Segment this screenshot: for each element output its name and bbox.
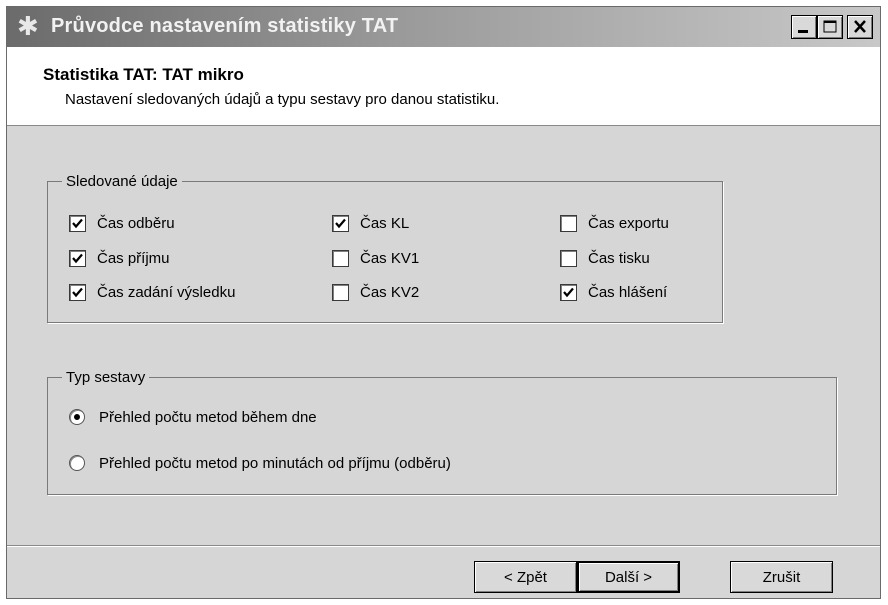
report-type-radio[interactable]: Přehled počtu metod během dne [69,406,317,428]
tracked-field-checkbox[interactable]: Čas exportu [560,212,669,234]
checkbox-label: Čas hlášení [588,283,668,301]
radio-selected-icon[interactable] [69,409,85,425]
checkbox-unchecked-icon[interactable] [332,249,349,267]
checkbox-label: Čas zadání výsledku [97,283,236,301]
minimize-icon [798,30,808,33]
report-type-legend: Typ sestavy [66,369,146,386]
radio-unselected-icon[interactable] [69,455,85,471]
title-bar[interactable]: ✱ Průvodce nastavením statistiky TAT [7,7,880,47]
next-button[interactable]: Další > [577,561,680,593]
checkbox-label: Čas KL [360,214,410,232]
wizard-window: ✱ Průvodce nastavením statistiky TAT Sta… [6,6,881,599]
close-icon [854,20,866,33]
checkbox-checked-icon[interactable] [69,214,86,232]
checkbox-label: Čas exportu [588,214,669,232]
tracked-field-checkbox[interactable]: Čas zadání výsledku [69,281,235,303]
checkbox-label: Čas odběru [97,214,175,232]
close-button[interactable] [847,15,873,39]
checkbox-checked-icon[interactable] [332,214,349,232]
page-title: Statistika TAT: TAT mikro [43,65,244,84]
maximize-button[interactable] [817,15,843,39]
report-type-radio[interactable]: Přehled počtu metod po minutách od příjm… [69,452,451,474]
cancel-button[interactable]: Zrušit [730,561,833,593]
tracked-field-checkbox[interactable]: Čas příjmu [69,247,170,269]
checkbox-label: Čas KV1 [360,249,420,267]
tracked-field-checkbox[interactable]: Čas KV1 [332,247,419,269]
checkbox-label: Čas příjmu [97,249,170,267]
report-type-group: Typ sestavy [47,369,837,495]
tracked-fields-legend: Sledované údaje [66,173,178,190]
page-subtitle: Nastavení sledovaných údajů a typu sesta… [65,91,500,108]
checkbox-unchecked-icon[interactable] [560,249,577,267]
checkbox-label: Čas KV2 [360,283,420,301]
tracked-field-checkbox[interactable]: Čas odběru [69,212,175,234]
tracked-field-checkbox[interactable]: Čas hlášení [560,281,667,303]
wizard-header: Statistika TAT: TAT mikro Nastavení sled… [7,47,880,126]
checkbox-checked-icon[interactable] [69,249,86,267]
checkbox-unchecked-icon[interactable] [332,283,349,301]
tracked-field-checkbox[interactable]: Čas tisku [560,247,650,269]
checkbox-checked-icon[interactable] [560,283,577,301]
tracked-field-checkbox[interactable]: Čas KV2 [332,281,419,303]
minimize-button[interactable] [791,15,817,39]
maximize-icon [823,20,837,33]
checkbox-unchecked-icon[interactable] [560,214,577,232]
tracked-field-checkbox[interactable]: Čas KL [332,212,409,234]
window-title: Průvodce nastavením statistiky TAT [51,15,399,37]
back-button[interactable]: < Zpět [474,561,577,593]
wizard-star-icon: ✱ [17,11,39,41]
footer-separator [7,545,880,547]
checkbox-checked-icon[interactable] [69,283,86,301]
radio-label: Přehled počtu metod po minutách od příjm… [99,454,451,472]
radio-label: Přehled počtu metod během dne [99,408,317,426]
checkbox-label: Čas tisku [588,249,650,267]
